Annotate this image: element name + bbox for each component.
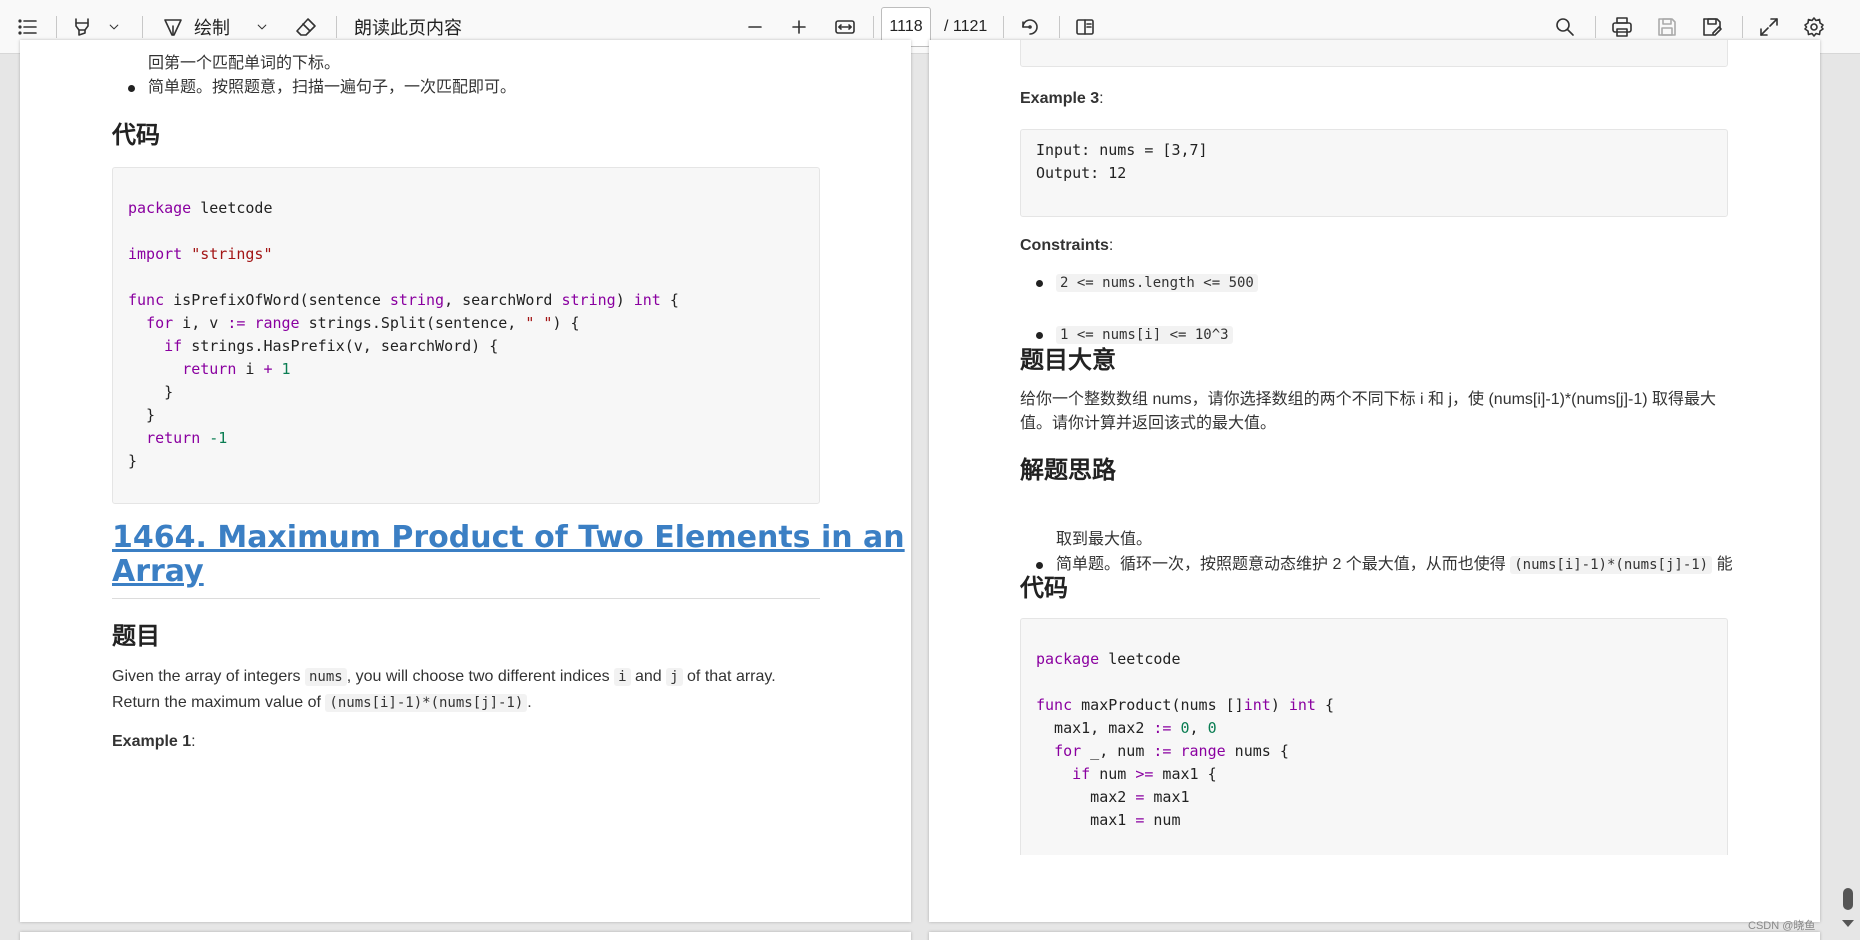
section-heading-problem: 题目 bbox=[112, 622, 160, 650]
text-fragment: of that array. bbox=[682, 668, 776, 685]
example-1-label: Example 1: bbox=[112, 729, 196, 755]
text-fragment: Given the array of integers bbox=[112, 668, 305, 685]
example-3-label: Example 3: bbox=[1020, 86, 1104, 112]
scroll-down-arrow[interactable] bbox=[1842, 920, 1854, 927]
code-line: max1 = num bbox=[1036, 811, 1181, 829]
code-line: return i + 1 bbox=[182, 360, 291, 378]
next-page-edge bbox=[929, 932, 1820, 940]
constraints-label: Constraints: bbox=[1020, 233, 1113, 259]
code-line: } bbox=[128, 406, 156, 424]
page-total-label: / 1121 bbox=[944, 18, 988, 35]
code-block-fragment bbox=[1020, 40, 1728, 67]
text-line: 给你一个整数数组 nums，请你选择数组的两个不同下标 i 和 j，使 (num… bbox=[1020, 391, 1717, 408]
problem-title-line[interactable]: Array bbox=[112, 555, 905, 589]
code-block: package leetcode func maxProduct(nums []… bbox=[1020, 618, 1728, 858]
code-line: for _, num := range nums { bbox=[1054, 742, 1289, 760]
code-line: return -1 bbox=[146, 429, 228, 447]
text-fragment: and bbox=[630, 668, 667, 685]
draw-label: 绘制 bbox=[194, 18, 230, 38]
code-line: for i, v := range strings.Split(sentence… bbox=[146, 314, 580, 332]
inline-code: j bbox=[666, 668, 683, 686]
code-line: import "strings" bbox=[128, 245, 273, 263]
divider bbox=[112, 598, 820, 599]
text-fragment: Return the maximum value of bbox=[112, 694, 326, 711]
inline-code: 2 <= nums.length <= 500 bbox=[1056, 274, 1258, 292]
problem-description: Given the array of integers nums, you wi… bbox=[112, 664, 776, 690]
text-line: 回第一个匹配单词的下标。 bbox=[148, 55, 341, 72]
code-line: Output: 12 bbox=[1036, 164, 1127, 182]
text-line: 取到最大值。 bbox=[1056, 531, 1153, 548]
text-line: 值。请你计算并返回该式的最大值。 bbox=[1020, 415, 1277, 432]
text-fragment: : bbox=[1108, 237, 1114, 254]
text-fragment: . bbox=[527, 694, 532, 711]
section-heading-code: 代码 bbox=[1020, 574, 1068, 602]
code-line: max1, max2 := 0, 0 bbox=[1036, 719, 1217, 737]
example-label: Example 3 bbox=[1020, 90, 1100, 107]
code-line: } bbox=[128, 452, 138, 470]
code-block: package leetcode import "strings" func i… bbox=[112, 167, 820, 504]
pdf-page-right: Example 3: Input: nums = [3,7] Output: 1… bbox=[929, 40, 1820, 922]
text-fragment: , you will choose two different indices bbox=[346, 668, 615, 685]
problem-description-line2: Return the maximum value of (nums[i]-1)*… bbox=[112, 690, 532, 716]
code-line: package leetcode bbox=[128, 199, 273, 217]
list-item: 简单题。按照题意，扫描一遍句子，一次匹配即可。 bbox=[112, 75, 911, 101]
code-line: } bbox=[128, 383, 174, 401]
next-page-edge bbox=[20, 932, 911, 940]
text-fragment: 简单题。循环一次，按照题意动态维护 2 个最大值，从而也使得 bbox=[1056, 556, 1511, 573]
section-heading-approach: 解题思路 bbox=[1020, 456, 1116, 484]
inline-code: nums bbox=[304, 668, 347, 686]
scrollbar-thumb[interactable] bbox=[1843, 888, 1853, 910]
code-line: package leetcode bbox=[1036, 650, 1181, 668]
pdf-page-left: 回第一个匹配单词的下标。 简单题。按照题意，扫描一遍句子，一次匹配即可。 代码 … bbox=[20, 40, 911, 922]
section-heading-meaning: 题目大意 bbox=[1020, 346, 1116, 374]
read-aloud-label: 朗读此页内容 bbox=[354, 18, 462, 38]
list-item: 简单题。循环一次，按照题意动态维护 2 个最大值，从而也使得 (nums[i]-… bbox=[1020, 552, 1820, 578]
inline-code: (nums[i]-1)*(nums[j]-1) bbox=[1510, 556, 1713, 574]
inline-code: i bbox=[614, 668, 631, 686]
text-fragment: : bbox=[1099, 90, 1104, 107]
code-line: func isPrefixOfWord(sentence string, sea… bbox=[128, 291, 679, 309]
constraints-heading: Constraints bbox=[1020, 237, 1109, 254]
code-line: Input: nums = [3,7] bbox=[1036, 141, 1208, 159]
code-line: max2 = max1 bbox=[1036, 788, 1190, 806]
text-fragment: 能 bbox=[1712, 556, 1733, 573]
problem-title-link[interactable]: 1464. Maximum Product of Two Elements in… bbox=[112, 521, 905, 589]
code-line: if num >= max1 { bbox=[1072, 765, 1217, 783]
list-item: 1 <= nums[i] <= 10^3 bbox=[1020, 322, 1820, 348]
problem-title-line[interactable]: 1464. Maximum Product of Two Elements in… bbox=[112, 521, 905, 555]
code-line: if strings.HasPrefix(v, searchWord) { bbox=[164, 337, 499, 355]
example-3-code: Input: nums = [3,7] Output: 12 bbox=[1020, 129, 1728, 217]
text-fragment: : bbox=[191, 733, 196, 750]
example-label: Example 1 bbox=[112, 733, 192, 750]
watermark: CSDN @晓鱼 bbox=[1748, 920, 1816, 932]
inline-code: (nums[i]-1)*(nums[j]-1) bbox=[325, 694, 528, 712]
page-bottom-margin bbox=[929, 855, 1820, 922]
list-item: 2 <= nums.length <= 500 bbox=[1020, 270, 1820, 296]
code-line: func maxProduct(nums []int) int { bbox=[1036, 696, 1335, 714]
section-heading-code: 代码 bbox=[112, 121, 160, 149]
